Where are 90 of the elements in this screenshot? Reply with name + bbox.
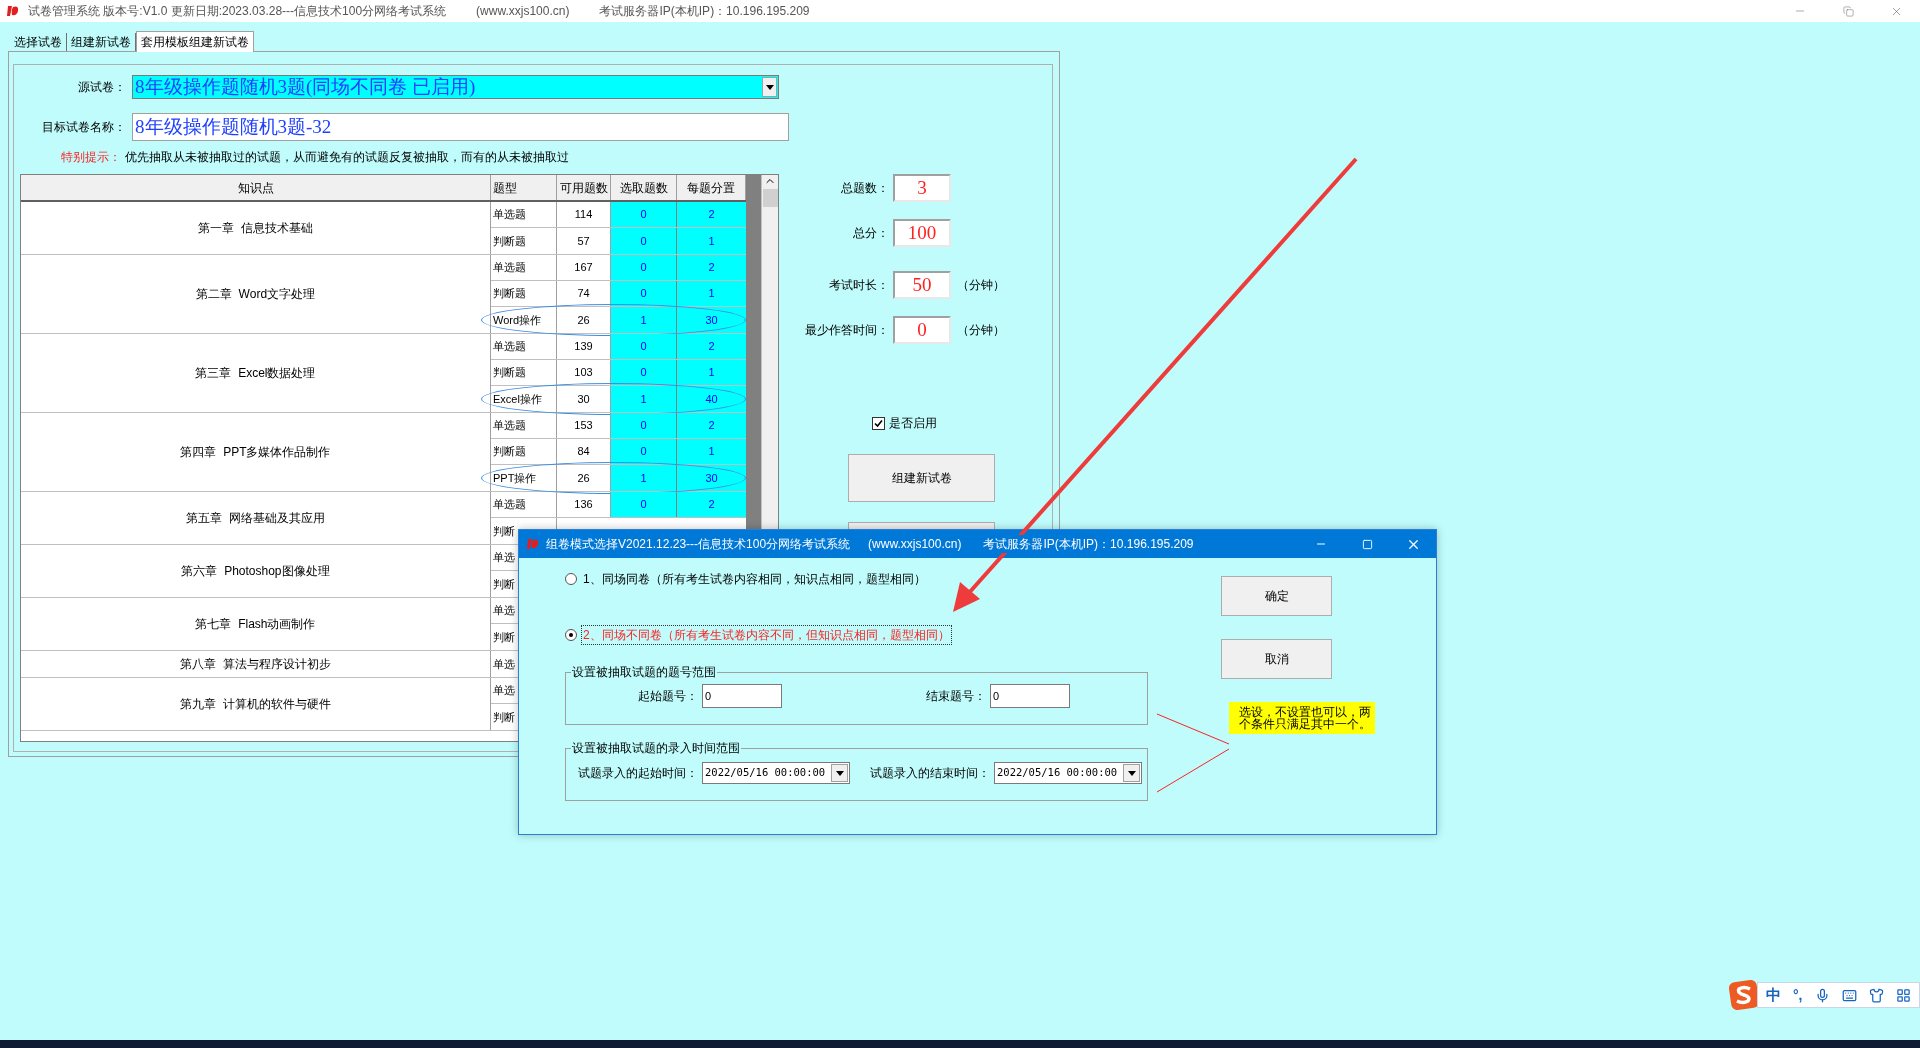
- table-cell: 第九章 计算机的软件与硬件: [21, 678, 491, 730]
- field-label: 总分：: [852, 225, 889, 242]
- table-cell: 第二章 Word文字处理: [21, 255, 491, 333]
- website-text: (www.xxjs100.cn): [476, 3, 570, 20]
- dialog-button[interactable]: 取消: [1221, 639, 1332, 679]
- tab[interactable]: 套用模板组建新试卷: [136, 31, 254, 52]
- table-cell: 30: [677, 307, 746, 333]
- table-cell: 第五章 网络基础及其应用: [21, 492, 491, 544]
- table-cell: 0: [611, 202, 677, 227]
- start-time-dropdown[interactable]: 2022/05/16 00:00:00: [702, 762, 850, 784]
- table-cell: 第七章 Flash动画制作: [21, 598, 491, 650]
- checkbox-label: 是否启用: [889, 415, 937, 432]
- table-cell: 1: [677, 360, 746, 385]
- unit-text: （分钟）: [957, 322, 1005, 339]
- column-header: 知识点: [21, 175, 491, 200]
- table-cell: 40: [677, 386, 746, 412]
- field-label: 试题录入的结束时间：: [869, 765, 990, 782]
- table-cell: 判断题: [491, 360, 557, 385]
- group-title: 设置被抽取试题的录入时间范围: [571, 740, 741, 757]
- field-label: 目标试卷名称：: [41, 119, 126, 136]
- table-cell: 单选题: [491, 492, 557, 517]
- field-label: 源试卷：: [77, 79, 126, 96]
- source-exam-dropdown[interactable]: 8年级操作题随机3题(同场不同卷 已启用): [132, 75, 779, 99]
- end-number-field[interactable]: 0: [990, 684, 1070, 708]
- table-cell: 0: [611, 255, 677, 280]
- table-cell: 1: [611, 465, 677, 491]
- field-label: 考试时长：: [828, 277, 889, 294]
- table-cell: 第六章 Photoshop图像处理: [21, 545, 491, 597]
- column-header: 选取题数: [611, 175, 677, 200]
- radio-label: 2、同场不同卷（所有考生试卷内容不同，但知识点相同，题型相同）: [581, 625, 952, 645]
- language-toggle[interactable]: 中: [1766, 983, 1781, 1007]
- table-cell: 判断题: [491, 439, 557, 464]
- table-cell: 0: [611, 334, 677, 359]
- field-label: 总题数：: [840, 180, 889, 197]
- column-header: 可用题数: [557, 175, 611, 200]
- table-cell: 判断题: [491, 281, 557, 306]
- table-cell: 2: [677, 202, 746, 227]
- table-cell: 1: [677, 439, 746, 464]
- table-cell: Excel操作: [491, 386, 557, 412]
- punctuation-toggle[interactable]: °,: [1793, 984, 1803, 1006]
- unit-text: （分钟）: [957, 277, 1005, 294]
- target-name-field[interactable]: 8年级操作题随机3题-32: [132, 113, 789, 141]
- table-cell: 第四章 PPT多媒体作品制作: [21, 413, 491, 491]
- server-ip-text: 考试服务器IP(本机IP)：10.196.195.209: [983, 535, 1194, 553]
- number-field[interactable]: 3: [893, 174, 951, 202]
- server-ip-text: 考试服务器IP(本机IP)：10.196.195.209: [599, 3, 810, 20]
- field-label: 试题录入的起始时间：: [577, 765, 698, 782]
- table-cell: 第八章 算法与程序设计初步: [21, 651, 491, 677]
- group-title: 设置被抽取试题的题号范围: [571, 664, 717, 681]
- table-cell: PPT操作: [491, 465, 557, 491]
- number-field[interactable]: 0: [893, 316, 951, 344]
- notice-label: 特别提示：: [61, 149, 121, 166]
- radio-label: 1、同场同卷（所有考生试卷内容相同，知识点相同，题型相同）: [582, 571, 927, 588]
- table-cell: 单选题: [491, 202, 557, 227]
- notice-text: 优先抽取从未被抽取过的试题，从而避免有的试题反复被抽取，而有的从未被抽取过: [125, 149, 569, 166]
- field-label: 起始题号：: [637, 688, 698, 705]
- table-cell: 单选题: [491, 413, 557, 438]
- end-time-dropdown[interactable]: 2022/05/16 00:00:00: [994, 762, 1142, 784]
- dialog-button[interactable]: 确定: [1221, 576, 1332, 616]
- number-field[interactable]: 50: [893, 271, 951, 299]
- table-cell: 1: [677, 228, 746, 254]
- table-cell: 0: [611, 439, 677, 464]
- table-cell: 2: [677, 334, 746, 359]
- table-cell: 第一章 信息技术基础: [21, 202, 491, 254]
- table-cell: 2: [677, 413, 746, 438]
- table-cell: 0: [611, 413, 677, 438]
- table-cell: 1: [677, 281, 746, 306]
- website-text: (www.xxjs100.cn): [868, 536, 962, 553]
- table-cell: 判断题: [491, 228, 557, 254]
- table-cell: 2: [677, 492, 746, 517]
- table-cell: Word操作: [491, 307, 557, 333]
- start-number-field[interactable]: 0: [702, 684, 782, 708]
- hint-note: 选设，不设置也可以，两个条件只满足其中一个。: [1229, 702, 1375, 734]
- table-cell: 30: [677, 465, 746, 491]
- table-cell: 第三章 Excel数据处理: [21, 334, 491, 412]
- table-cell: 1: [611, 386, 677, 412]
- table-cell: 单选题: [491, 334, 557, 359]
- field-label: 最少作答时间：: [804, 322, 889, 339]
- window-title: 试卷管理系统 版本号:V1.0 更新日期:2023.03.28---信息技术100分网络考试系统: [28, 3, 447, 20]
- table-cell: 0: [611, 228, 677, 254]
- build-exam-button[interactable]: 组建新试卷: [848, 454, 995, 502]
- table-cell: 1: [611, 307, 677, 333]
- column-header: 题型: [491, 175, 557, 200]
- number-field[interactable]: 100: [893, 219, 951, 247]
- table-cell: 2: [677, 255, 746, 280]
- field-label: 结束题号：: [925, 688, 986, 705]
- table-cell: 0: [611, 281, 677, 306]
- table-cell: 0: [611, 492, 677, 517]
- table-cell: 单选题: [491, 255, 557, 280]
- table-cell: 0: [611, 360, 677, 385]
